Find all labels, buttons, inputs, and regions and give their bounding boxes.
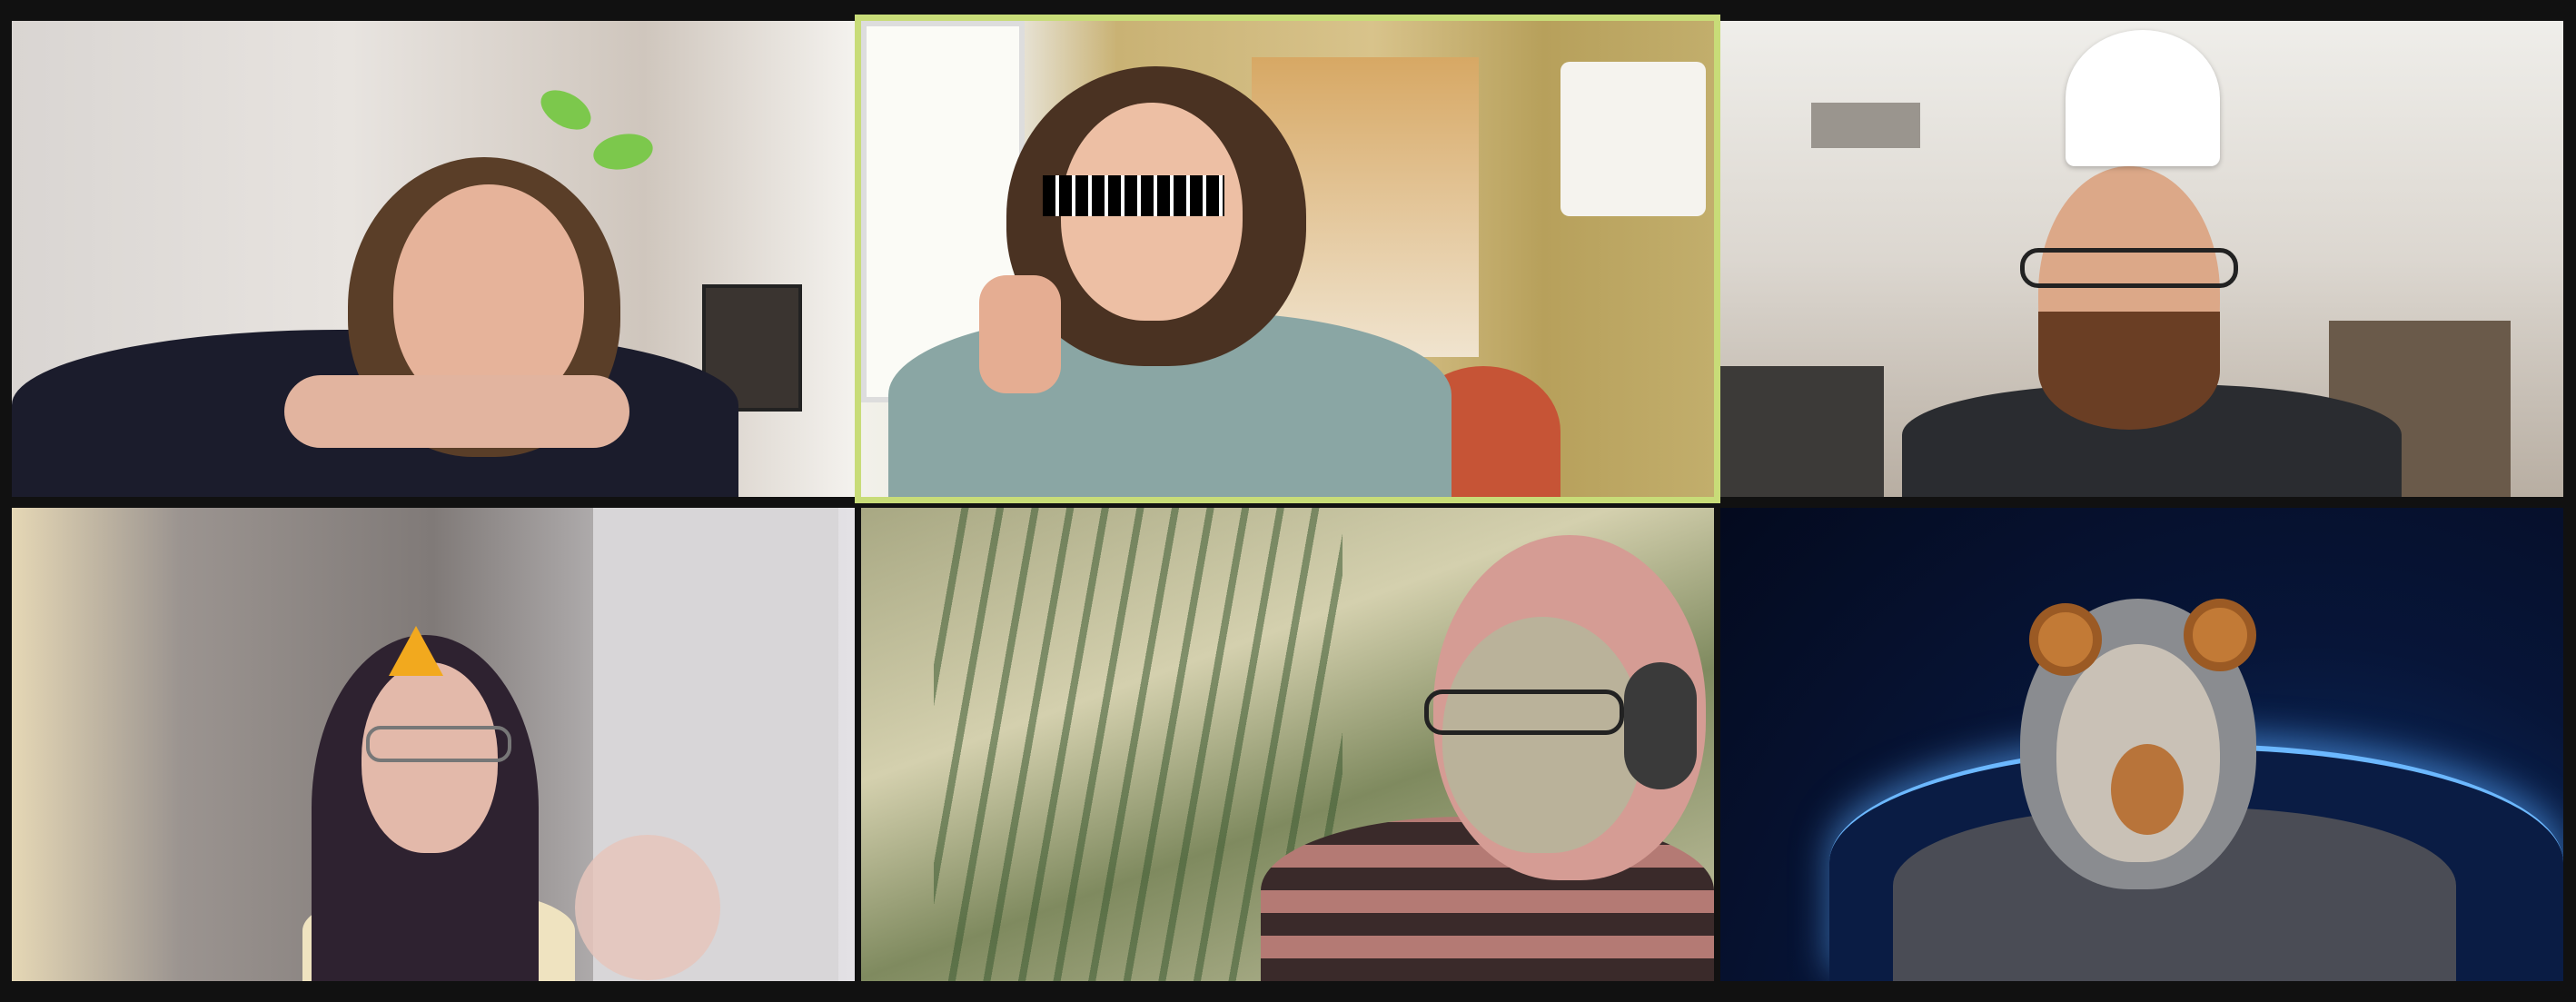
- participant-hands: [284, 375, 629, 448]
- pixel-sunglasses-icon: [1043, 175, 1224, 216]
- wall-frames: [1720, 366, 1884, 497]
- participant-video-tile-6[interactable]: [1720, 508, 2563, 981]
- glasses: [1424, 689, 1624, 735]
- participant-hand: [575, 835, 720, 980]
- sprout-headband-leaf-icon: [590, 129, 656, 174]
- participant-video-tile-2[interactable]: [855, 15, 1720, 503]
- headphones-icon: [1624, 662, 1697, 789]
- bear-ear-right-icon: [2184, 599, 2256, 671]
- sprout-headband-icon: [534, 82, 598, 138]
- participant-video-tile-3[interactable]: [1720, 21, 2563, 497]
- glasses: [2020, 248, 2238, 288]
- chef-hat-icon: [2066, 30, 2220, 166]
- thumbs-up-hand: [979, 275, 1061, 393]
- participant-video-tile-5[interactable]: [861, 508, 1714, 981]
- bear-face-icon: [2111, 744, 2184, 835]
- participant-beard: [2038, 312, 2220, 430]
- participant-video-tile-4[interactable]: [12, 508, 855, 981]
- air-vent: [1811, 103, 1920, 148]
- participant-face: [1442, 617, 1642, 853]
- glasses: [366, 726, 511, 762]
- party-hat-icon: [389, 626, 443, 676]
- participant-video-tile-1[interactable]: [12, 21, 855, 497]
- bear-ear-left-icon: [2029, 603, 2102, 676]
- lamp-shade: [1560, 62, 1706, 216]
